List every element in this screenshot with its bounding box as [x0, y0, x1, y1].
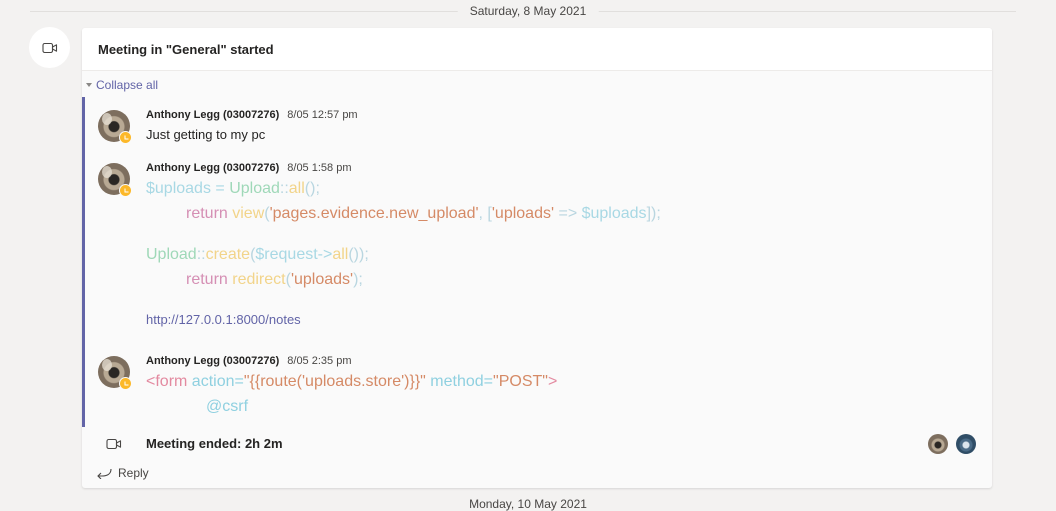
code-token: redirect — [232, 271, 286, 288]
reply-button[interactable]: Reply — [96, 466, 149, 480]
meeting-header[interactable]: Meeting in "General" started — [82, 28, 992, 71]
code-token: action= — [187, 373, 244, 390]
code-token: > — [547, 373, 558, 390]
code-token: 'pages.evidence.new_upload' — [269, 205, 479, 222]
code-token: 'uploads' — [290, 271, 354, 288]
code-token: @csrf — [206, 398, 249, 415]
avatar[interactable] — [98, 356, 132, 390]
meeting-avatar — [29, 27, 70, 68]
code-line: return redirect('uploads'); — [186, 270, 363, 290]
code-line: $uploads = Upload::all(); — [146, 179, 320, 199]
code-token: => — [554, 205, 582, 222]
collapse-all-button[interactable]: Collapse all — [86, 78, 158, 92]
code-token: $uploads = — [146, 180, 230, 197]
code-token: "{{route('uploads.store')}}" — [243, 373, 426, 390]
author-name[interactable]: Anthony Legg (03007276) — [146, 355, 279, 367]
code-line: return view('pages.evidence.new_upload',… — [186, 204, 661, 224]
code-token: "POST" — [493, 373, 548, 390]
code-token: , [ — [478, 205, 492, 222]
code-token: all — [288, 180, 305, 197]
code-token: <form — [146, 373, 188, 390]
away-clock-icon — [119, 184, 132, 197]
code-line: @csrf — [206, 397, 248, 417]
participant-avatar[interactable] — [928, 434, 948, 454]
message-time: 8/05 12:57 pm — [287, 109, 358, 121]
message-meta: Anthony Legg (03007276) 8/05 12:57 pm — [146, 109, 358, 121]
meeting-card: Meeting in "General" started Collapse al… — [82, 28, 992, 488]
code-token: Upload — [229, 180, 280, 197]
meeting-title: Meeting in "General" started — [98, 41, 274, 57]
avatar[interactable] — [98, 110, 132, 144]
code-token: create — [205, 246, 251, 263]
code-token: :: — [279, 180, 289, 197]
code-token: :: — [196, 246, 206, 263]
code-token: 'uploads' — [491, 205, 555, 222]
thread-indicator — [82, 97, 85, 427]
message-meta: Anthony Legg (03007276) 8/05 2:35 pm — [146, 355, 351, 367]
code-token: ()); — [348, 246, 369, 263]
avatar[interactable] — [98, 163, 132, 197]
message-time: 8/05 1:58 pm — [287, 162, 352, 174]
date-label-bottom: Monday, 10 May 2021 — [469, 497, 587, 511]
video-camera-icon — [41, 42, 57, 53]
code-token: $uploads — [581, 205, 647, 222]
message-meta: Anthony Legg (03007276) 8/05 1:58 pm — [146, 162, 351, 174]
code-token: method= — [425, 373, 494, 390]
participant-avatar[interactable] — [956, 434, 976, 454]
code-token: return — [186, 271, 233, 288]
code-token: ]); — [646, 205, 661, 222]
reply-arrow-icon — [97, 468, 112, 479]
message-text: Just getting to my pc — [146, 127, 266, 142]
video-camera-icon — [106, 438, 122, 450]
message-time: 8/05 2:35 pm — [287, 355, 352, 367]
meeting-ended-text: Meeting ended: 2h 2m — [146, 436, 283, 451]
code-token: all — [332, 246, 349, 263]
code-line: <form action="{{route('uploads.store')}}… — [146, 372, 557, 392]
code-token: return — [186, 205, 233, 222]
author-name[interactable]: Anthony Legg (03007276) — [146, 162, 279, 174]
date-label-top: Saturday, 8 May 2021 — [457, 4, 599, 18]
code-line: Upload::create($request->all()); — [146, 245, 369, 265]
code-token: ); — [353, 271, 363, 288]
reply-label: Reply — [118, 466, 149, 480]
collapse-all-label: Collapse all — [96, 78, 159, 92]
code-token: Upload — [146, 246, 197, 263]
away-clock-icon — [119, 377, 132, 390]
code-token: $request-> — [255, 246, 333, 263]
code-token: view — [232, 205, 265, 222]
caret-down-icon — [86, 83, 92, 87]
code-token: (); — [304, 180, 320, 197]
author-name[interactable]: Anthony Legg (03007276) — [146, 109, 279, 121]
message-link[interactable]: http://127.0.0.1:8000/notes — [146, 312, 301, 327]
away-clock-icon — [119, 131, 132, 144]
